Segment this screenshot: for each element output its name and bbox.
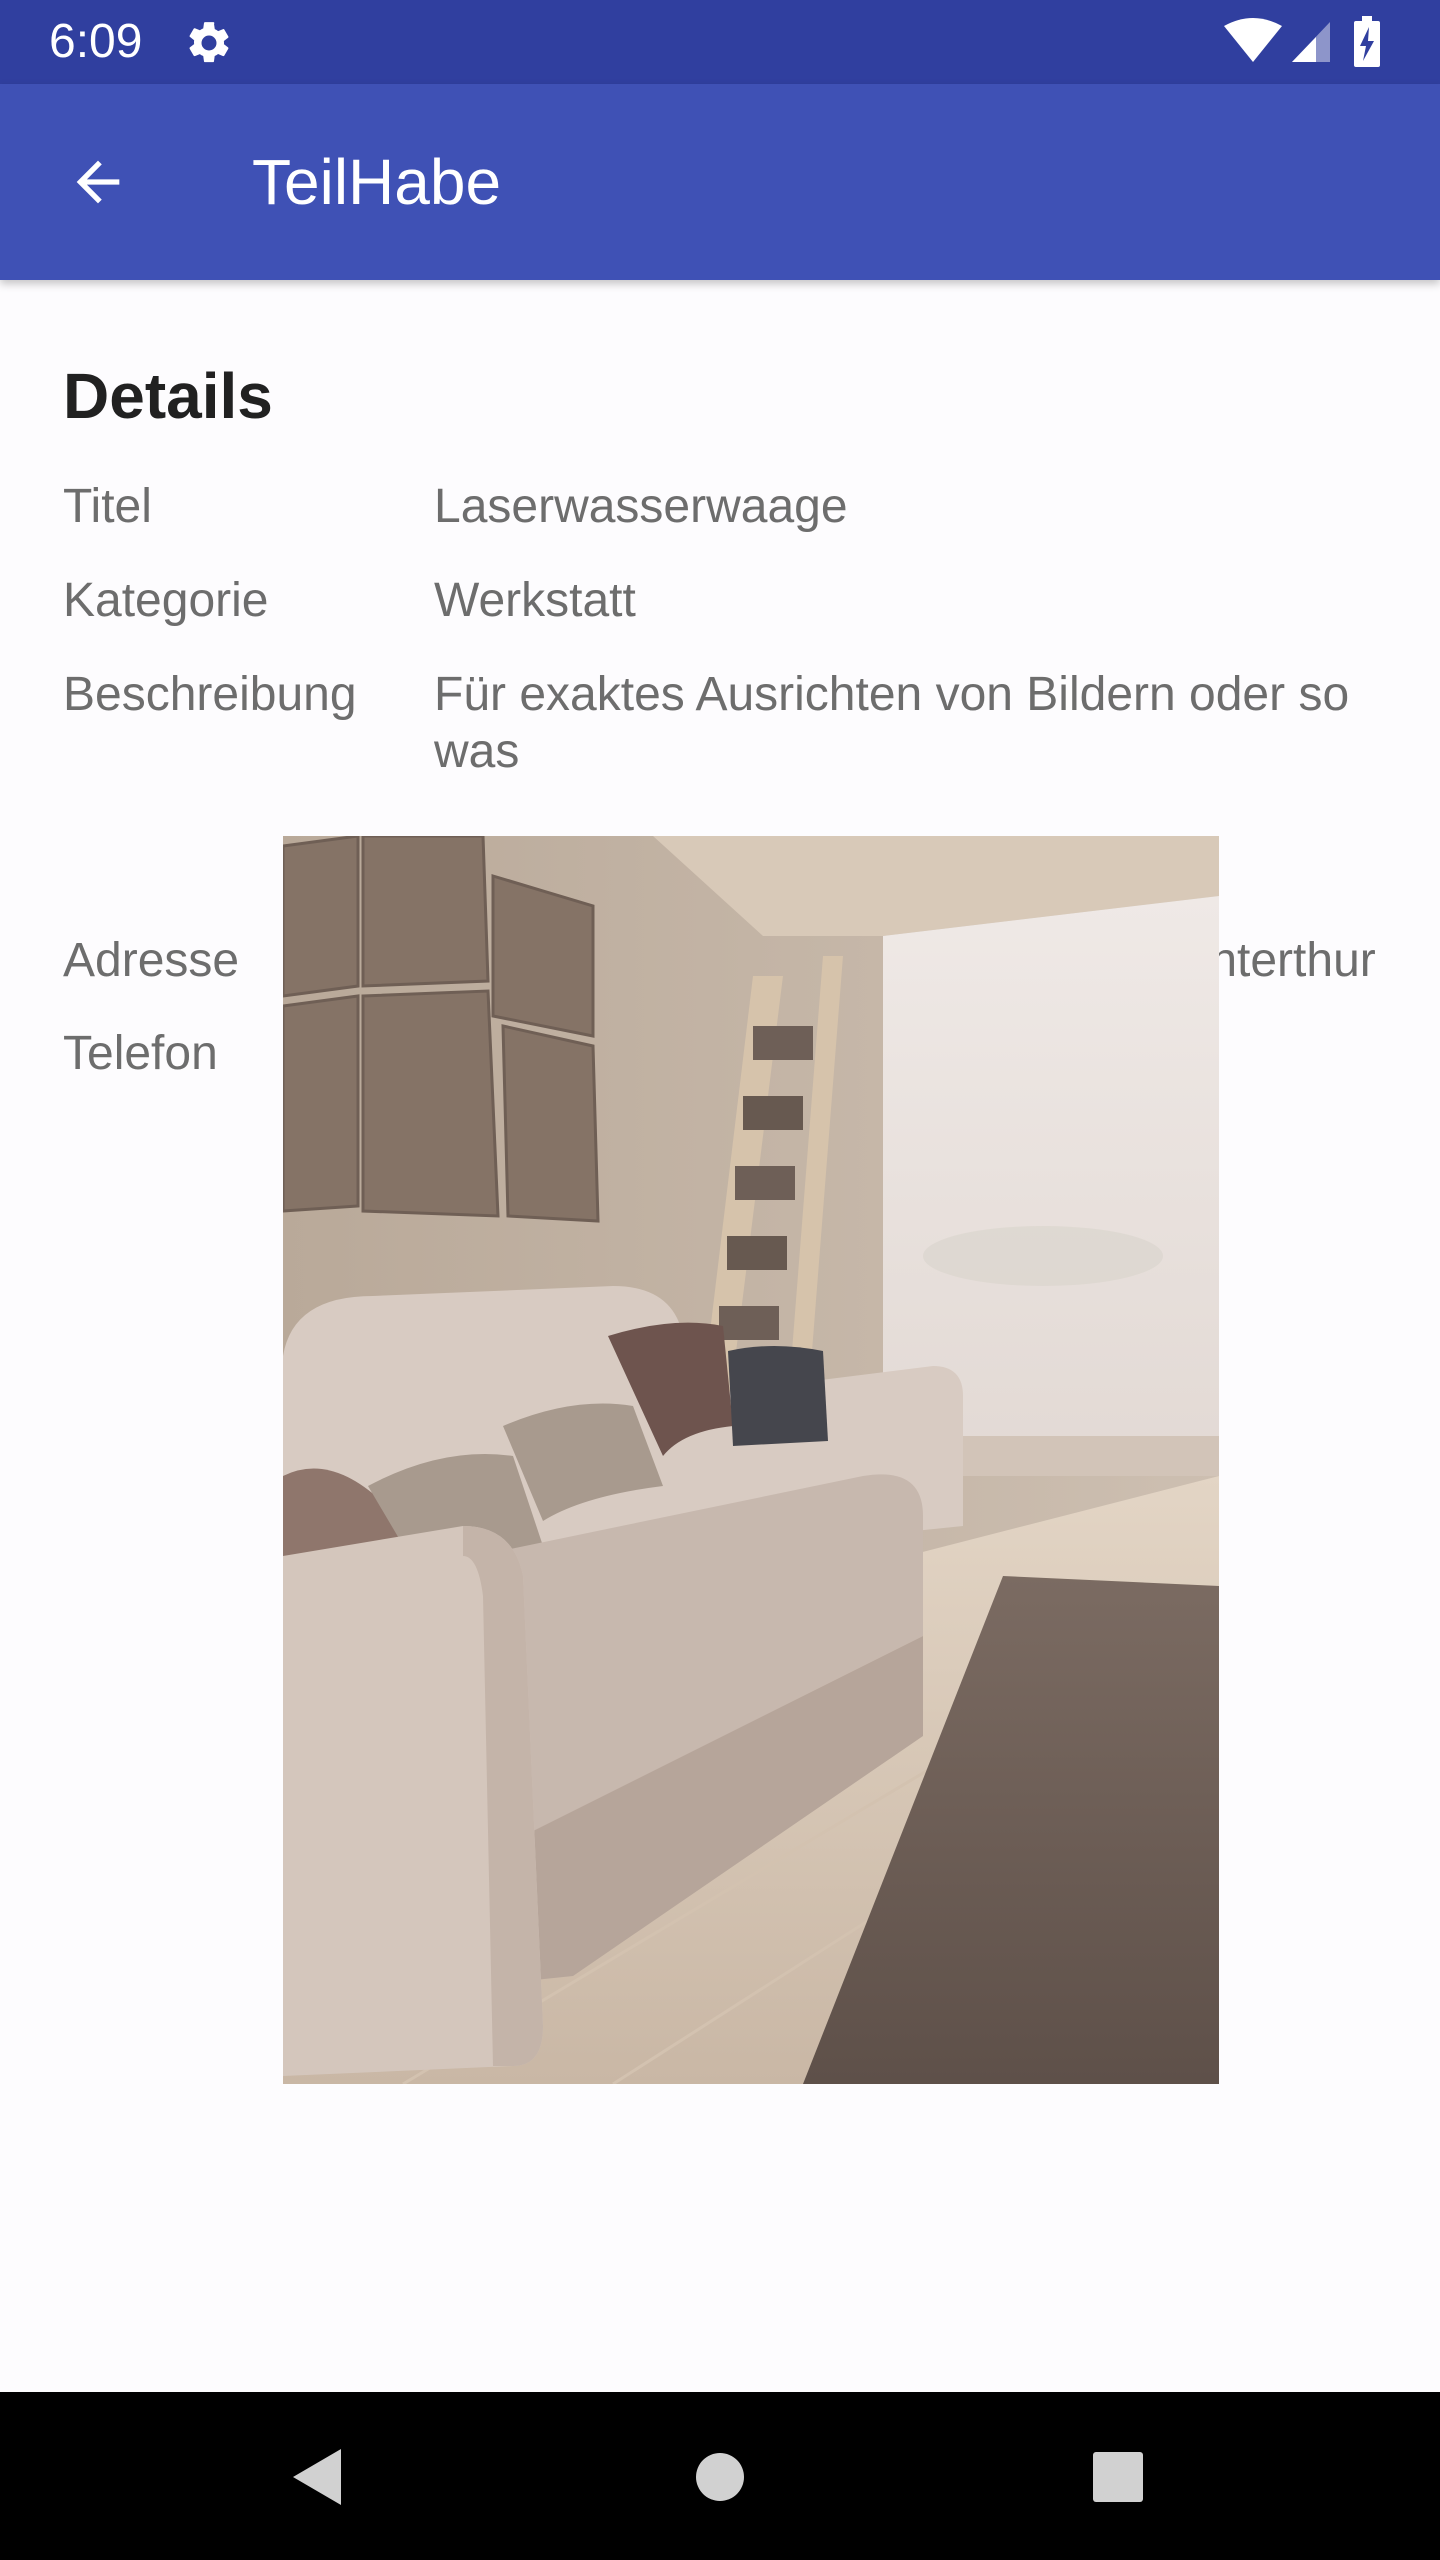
navigation-bar [0, 2392, 1440, 2560]
status-time: 6:09 [49, 15, 143, 68]
nav-home-button[interactable] [675, 2432, 765, 2522]
back-button[interactable] [50, 134, 146, 230]
status-bar: 6:09 [0, 0, 1440, 84]
details-heading: Details [63, 360, 273, 432]
gear-icon [184, 18, 234, 68]
category-value: Werkstatt [434, 574, 636, 627]
nav-back-button[interactable] [272, 2432, 362, 2522]
status-icons [1224, 16, 1392, 68]
title-value: Laserwasserwaage [434, 480, 848, 533]
category-label: Kategorie [63, 574, 269, 627]
battery-charging-icon [1354, 16, 1380, 67]
screen: 6:09 TeilHabe Details Titel Laserwasserw… [0, 0, 1440, 2560]
description-value: Für exaktes Ausrichten von Bildern oder … [434, 668, 1350, 778]
home-circle-icon [696, 2453, 744, 2501]
title-label: Titel [63, 480, 152, 533]
item-photo [283, 836, 1219, 2084]
wifi-icon [1224, 18, 1282, 62]
app-title: TeilHabe [252, 146, 502, 218]
description-label: Beschreibung [63, 668, 357, 721]
nav-recents-button[interactable] [1073, 2432, 1163, 2522]
recents-square-icon [1093, 2452, 1143, 2502]
back-triangle-icon [293, 2449, 341, 2505]
arrow-back-icon [76, 160, 120, 204]
app-bar: TeilHabe [0, 84, 1440, 280]
signal-icon [1292, 22, 1330, 62]
